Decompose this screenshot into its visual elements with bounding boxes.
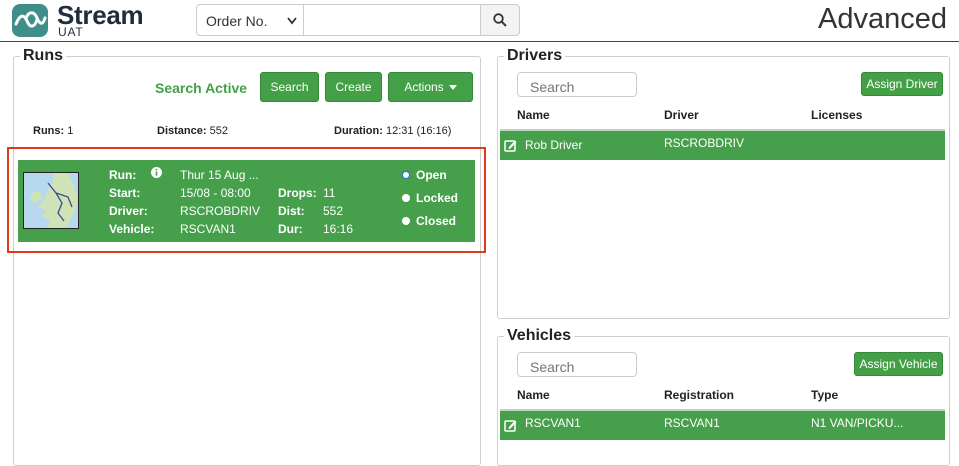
search-type-value: Order No. xyxy=(206,13,268,29)
runs-panel: Runs xyxy=(13,47,481,466)
vehicles-search-input[interactable] xyxy=(517,352,637,377)
logo-subtitle: UAT xyxy=(58,25,84,39)
order-search-button[interactable] xyxy=(481,4,520,36)
edit-icon[interactable] xyxy=(504,419,517,432)
search-icon xyxy=(493,13,507,27)
top-bar: Stream UAT Order No. Advanced xyxy=(0,0,959,42)
edit-icon[interactable] xyxy=(504,139,517,152)
driver-name-cell: Rob Driver xyxy=(525,138,583,152)
runs-count: Runs: 1 xyxy=(33,125,74,137)
page-title: Advanced xyxy=(818,3,947,35)
table-row[interactable]: Rob Driver RSCROBDRIV xyxy=(500,131,945,160)
vehicles-col-registration: Registration xyxy=(664,388,735,402)
vehicle-name-cell: RSCVAN1 xyxy=(525,416,581,430)
vehicle-type-cell: N1 VAN/PICKU... xyxy=(811,416,904,430)
vehicle-registration-cell: RSCVAN1 xyxy=(664,416,720,430)
drivers-col-driver: Driver xyxy=(664,108,699,122)
runs-legend: Runs xyxy=(20,47,66,65)
driver-code-cell: RSCROBDRIV xyxy=(664,136,745,150)
caret-down-icon xyxy=(448,84,457,90)
create-button-label: Create xyxy=(335,80,372,94)
actions-button-label: Actions xyxy=(404,80,444,94)
actions-dropdown-button[interactable]: Actions xyxy=(388,72,473,102)
drivers-col-licenses: Licenses xyxy=(811,108,863,122)
search-button[interactable]: Search xyxy=(260,72,319,102)
vehicles-col-type: Type xyxy=(811,388,839,402)
vehicles-legend: Vehicles xyxy=(504,327,575,345)
stream-logo-icon xyxy=(12,4,48,37)
order-search: Order No. xyxy=(196,4,520,36)
selected-run-highlight xyxy=(7,147,486,253)
runs-distance: Distance: 552 xyxy=(157,125,228,137)
search-button-label: Search xyxy=(270,80,309,94)
drivers-col-name: Name xyxy=(517,108,550,122)
order-search-input[interactable] xyxy=(304,4,481,36)
assign-driver-button[interactable]: Assign Driver xyxy=(861,72,943,96)
table-row[interactable]: RSCVAN1 RSCVAN1 N1 VAN/PICKU... xyxy=(500,411,945,440)
chevron-down-icon xyxy=(287,17,297,25)
assign-vehicle-button[interactable]: Assign Vehicle xyxy=(854,352,943,376)
drivers-legend: Drivers xyxy=(504,47,566,65)
search-type-select[interactable]: Order No. xyxy=(196,4,304,36)
assign-driver-label: Assign Driver xyxy=(866,77,938,91)
vehicles-col-name: Name xyxy=(517,388,550,402)
create-button[interactable]: Create xyxy=(325,72,382,102)
drivers-search-input[interactable] xyxy=(517,72,637,97)
runs-duration: Duration: 12:31 (16:16) xyxy=(334,125,452,137)
assign-vehicle-label: Assign Vehicle xyxy=(859,357,938,371)
search-active-indicator: Search Active xyxy=(155,80,248,96)
